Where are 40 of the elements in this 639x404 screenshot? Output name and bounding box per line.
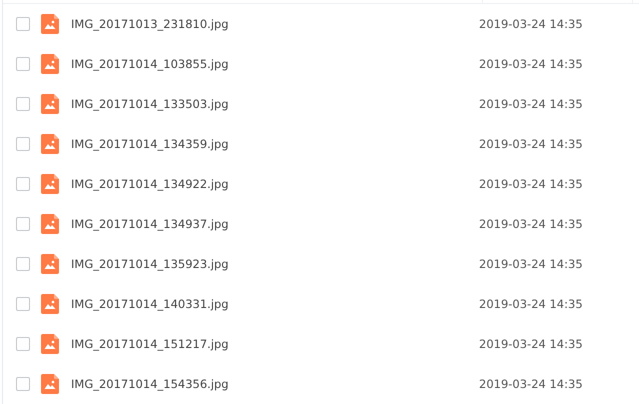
- file-name[interactable]: IMG_20171014_134922.jpg: [71, 177, 479, 191]
- file-name[interactable]: IMG_20171014_134937.jpg: [71, 217, 479, 231]
- checkbox[interactable]: [16, 297, 30, 311]
- image-file-icon: [41, 334, 59, 354]
- modified-date: 2019-03-24 14:35: [479, 217, 583, 231]
- image-file-icon: [41, 134, 59, 154]
- file-name[interactable]: IMG_20171014_133503.jpg: [71, 97, 479, 111]
- image-file-icon: [41, 94, 59, 114]
- checkbox[interactable]: [16, 57, 30, 71]
- modified-date: 2019-03-24 14:35: [479, 137, 583, 151]
- file-name[interactable]: IMG_20171014_151217.jpg: [71, 337, 479, 351]
- modified-date: 2019-03-24 14:35: [479, 377, 583, 391]
- file-name[interactable]: IMG_20171014_103855.jpg: [71, 57, 479, 71]
- modified-date: 2019-03-24 14:35: [479, 17, 583, 31]
- checkbox[interactable]: [16, 177, 30, 191]
- image-file-icon: [41, 374, 59, 394]
- checkbox[interactable]: [16, 257, 30, 271]
- checkbox[interactable]: [16, 97, 30, 111]
- checkbox[interactable]: [16, 17, 30, 31]
- file-name[interactable]: IMG_20171013_231810.jpg: [71, 17, 479, 31]
- checkbox[interactable]: [16, 217, 30, 231]
- file-name[interactable]: IMG_20171014_154356.jpg: [71, 377, 479, 391]
- modified-date: 2019-03-24 14:35: [479, 337, 583, 351]
- checkbox[interactable]: [16, 377, 30, 391]
- image-file-icon: [41, 294, 59, 314]
- image-file-icon: [41, 174, 59, 194]
- modified-date: 2019-03-24 14:35: [479, 177, 583, 191]
- modified-date: 2019-03-24 14:35: [479, 97, 583, 111]
- checkbox[interactable]: [16, 137, 30, 151]
- image-file-icon: [41, 254, 59, 274]
- modified-date: 2019-03-24 14:35: [479, 57, 583, 71]
- file-name[interactable]: IMG_20171014_134359.jpg: [71, 137, 479, 151]
- image-file-icon: [41, 54, 59, 74]
- checkbox[interactable]: [16, 337, 30, 351]
- modified-date: 2019-03-24 14:35: [479, 257, 583, 271]
- image-file-icon: [41, 214, 59, 234]
- file-name[interactable]: IMG_20171014_140331.jpg: [71, 297, 479, 311]
- file-name[interactable]: IMG_20171014_135923.jpg: [71, 257, 479, 271]
- modified-date: 2019-03-24 14:35: [479, 297, 583, 311]
- image-file-icon: [41, 14, 59, 34]
